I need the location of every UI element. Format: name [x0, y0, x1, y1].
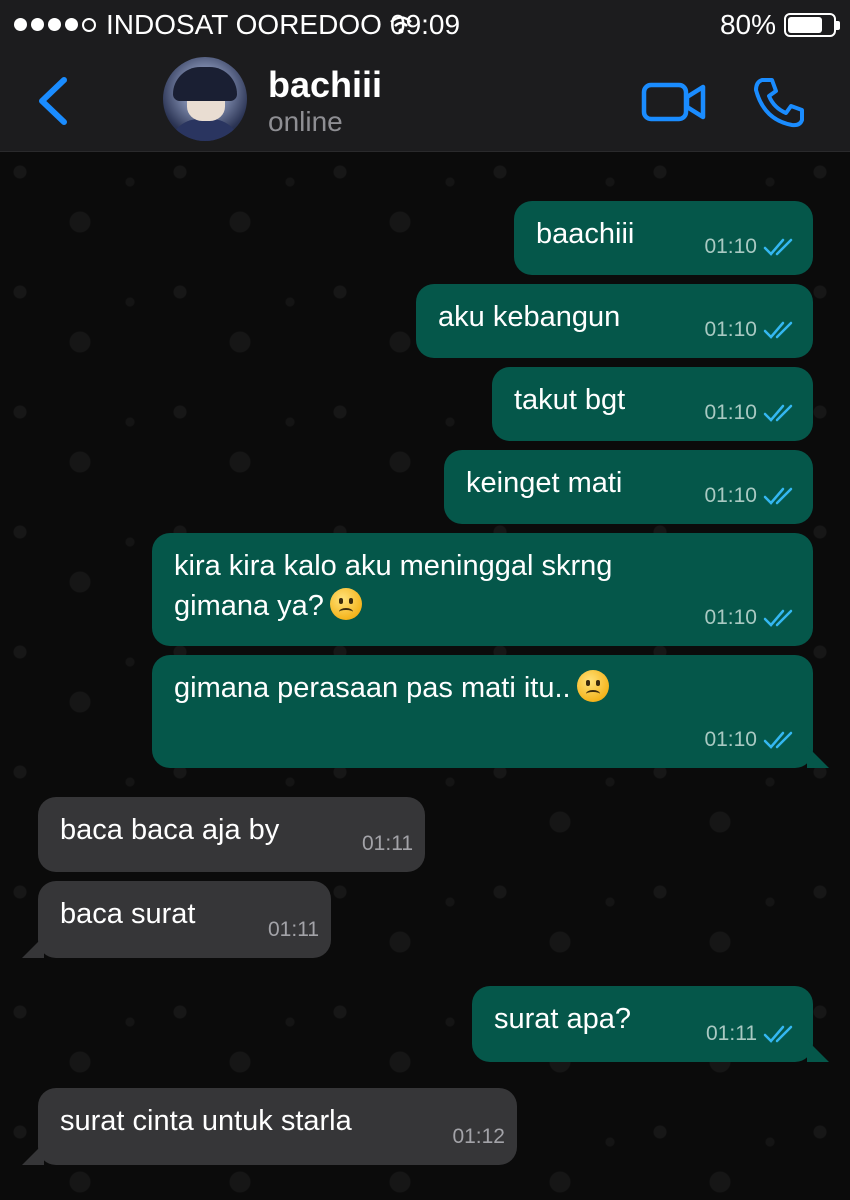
contact-status: online: [268, 106, 343, 137]
phone-icon[interactable]: [752, 76, 806, 128]
status-bar: INDOSAT OOREDOO 09:09 80%: [0, 0, 850, 50]
signal-icon: [14, 18, 96, 32]
battery-icon: [784, 13, 840, 37]
chat-area[interactable]: baachiii 01:10 aku kebangun 01:10 takut …: [0, 152, 850, 1200]
message-out[interactable]: takut bgt 01:10: [492, 367, 813, 441]
message-time: 01:10: [704, 235, 757, 258]
message-out[interactable]: kira kira kalo aku meninggal skrng giman…: [152, 533, 813, 646]
double-check-icon: [763, 731, 793, 749]
message-out[interactable]: gimana perasaan pas mati itu.. 01:10: [152, 655, 829, 768]
status-time: 09:09: [390, 9, 461, 40]
double-check-icon: [763, 404, 793, 422]
message-text-line1: kira kira kalo aku meninggal skrng: [174, 550, 613, 582]
message-time: 01:11: [706, 1022, 757, 1045]
double-check-icon: [763, 487, 793, 505]
status-right: 80%: [719, 9, 840, 41]
chevron-left-icon[interactable]: [36, 76, 70, 126]
message-time: 01:12: [452, 1125, 505, 1148]
confused-face-emoji: [329, 588, 362, 620]
status-left: INDOSAT OOREDOO: [14, 9, 412, 41]
contact-name[interactable]: bachiii: [268, 64, 382, 106]
message-out[interactable]: aku kebangun 01:10: [416, 284, 813, 358]
message-time: 01:10: [704, 318, 757, 341]
message-out[interactable]: surat apa? 01:11: [472, 986, 829, 1062]
message-time: 01:11: [268, 918, 319, 941]
message-text: gimana perasaan pas mati itu..: [174, 672, 571, 704]
frowning-face-emoji: [576, 670, 609, 702]
double-check-icon: [763, 238, 793, 256]
message-time: 01:10: [704, 484, 757, 507]
video-icon[interactable]: [641, 82, 707, 122]
message-text-line2: gimana ya?: [174, 590, 324, 622]
message-in[interactable]: baca baca aja by 01:11: [38, 797, 425, 872]
chat-header: bachiii online: [0, 50, 850, 152]
double-check-icon: [763, 321, 793, 339]
double-check-icon: [763, 1025, 793, 1043]
avatar[interactable]: [163, 57, 247, 141]
message-in[interactable]: baca surat 01:11: [22, 881, 331, 958]
message-out[interactable]: keinget mati 01:10: [444, 450, 813, 524]
battery-percent: 80%: [719, 9, 776, 40]
carrier-label: INDOSAT OOREDOO: [106, 9, 382, 40]
message-time: 01:10: [704, 606, 757, 629]
double-check-icon: [763, 609, 793, 627]
message-time: 01:10: [704, 728, 757, 751]
message-out[interactable]: baachiii 01:10: [514, 201, 813, 275]
message-text: surat cinta untuk starla: [60, 1105, 352, 1137]
message-text: baca baca aja by: [60, 814, 280, 846]
message-time: 01:11: [362, 832, 413, 855]
message-time: 01:10: [704, 401, 757, 424]
message-in[interactable]: surat cinta untuk starla 01:12: [22, 1088, 517, 1165]
